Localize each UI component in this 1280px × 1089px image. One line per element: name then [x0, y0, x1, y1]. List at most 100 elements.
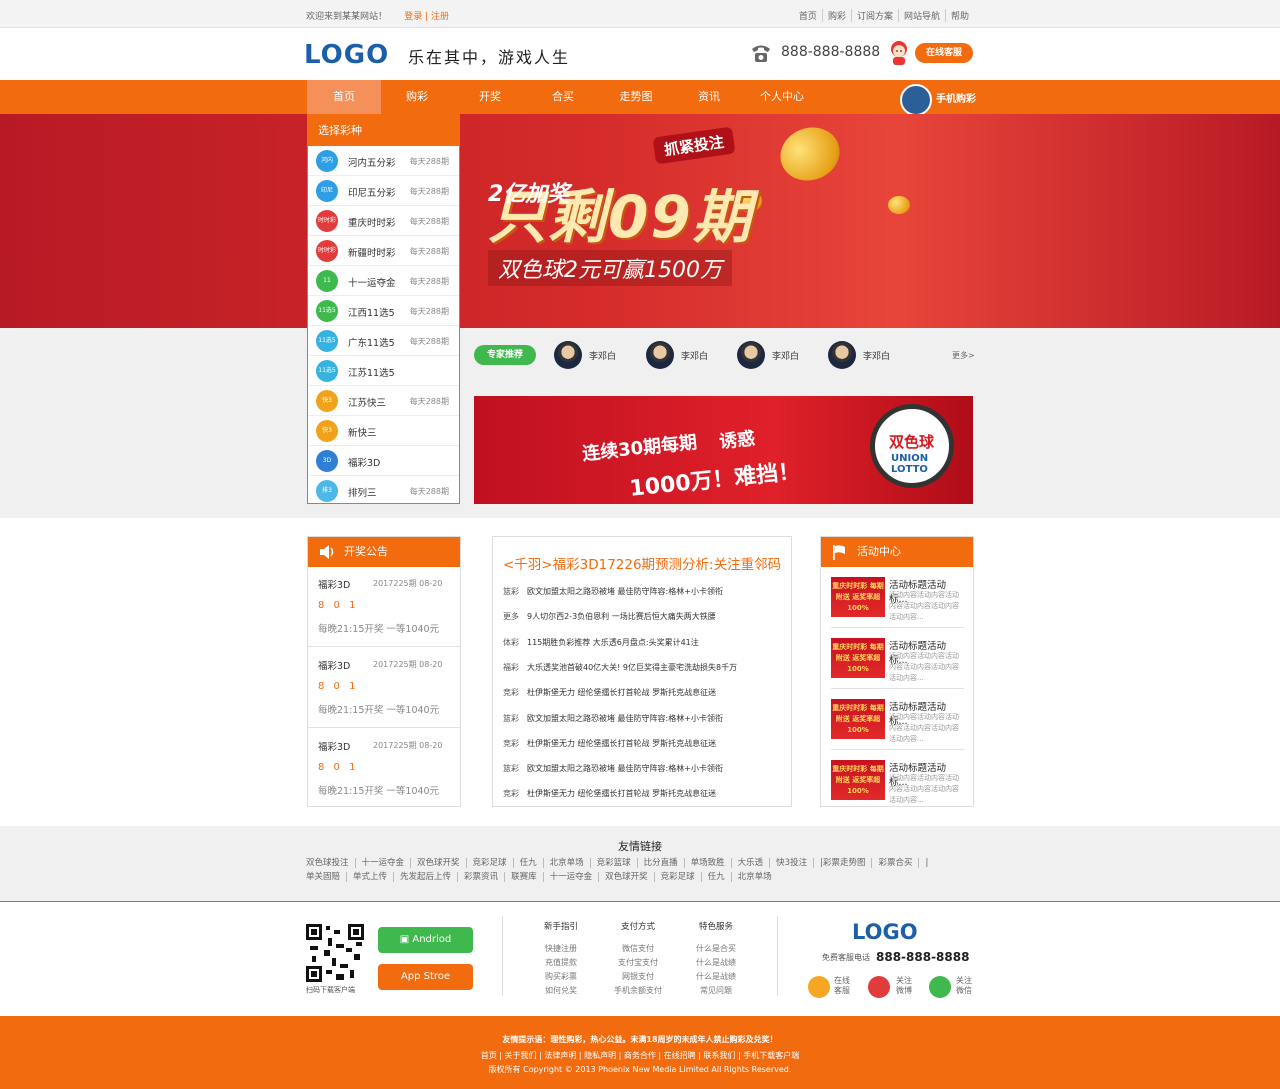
expert-item[interactable]: 李邓白	[828, 340, 890, 370]
news-headline[interactable]: <千羽>福彩3D17226期预测分析:关注重邻码	[503, 553, 781, 573]
top-link-buy[interactable]: 购彩	[821, 9, 851, 22]
social-label: 微博	[896, 986, 912, 995]
announcement-item[interactable]: 福彩3D 2017225期 08-20 8 0 1 每晚21:15开奖 一等10…	[308, 648, 460, 728]
news-item[interactable]: 福彩 大乐透奖池首破40亿大关! 9亿巨奖得主豪宅洗劫损失8千万	[503, 662, 737, 673]
friend-link[interactable]: 十一运夺金	[354, 858, 411, 868]
online-service-icon[interactable]	[808, 976, 830, 998]
friend-link[interactable]: 十一运夺金	[542, 872, 599, 882]
news-item[interactable]: 竞彩 杜伊斯堡无力 纽伦堡擂长打首轮战 罗斯托克战息征迷	[503, 687, 716, 698]
lottery-item[interactable]: 时时彩 重庆时时彩 每天288期	[308, 206, 459, 236]
promo-banner[interactable]: 连续30期每期 诱惑 1000万！难挡！ 双色球 UNION LOTTO	[474, 396, 973, 504]
announcement-item[interactable]: 福彩3D 2017225期 08-20 8 0 1 每晚21:15开奖 一等10…	[308, 567, 460, 647]
social-label: 客服	[834, 986, 850, 995]
news-item[interactable]: 竞彩 杜伊斯堡无力 纽伦堡擂长打首轮战 罗斯托克战息征迷	[503, 788, 716, 799]
site-logo[interactable]: LOGO	[304, 40, 389, 70]
footer-logo: LOGO	[852, 920, 918, 944]
top-link-sitemap[interactable]: 网站导航	[897, 9, 945, 22]
register-link[interactable]: 注册	[431, 12, 449, 22]
experts-more-link[interactable]: 更多>	[952, 350, 975, 361]
lottery-item[interactable]: 快3 江苏快三 每天288期	[308, 386, 459, 416]
login-link[interactable]: 登录	[404, 12, 422, 22]
footer-link[interactable]: 什么是战绩	[688, 956, 744, 970]
news-item[interactable]: 篮彩 欧文加盟太阳之路恐被堵 最佳防守阵容:格林+小卡领衔	[503, 586, 723, 597]
android-download-button[interactable]: ▣ Andriod	[378, 927, 473, 953]
friend-link[interactable]: 双色球投注	[306, 858, 355, 868]
nav-item-buy[interactable]: 购彩	[380, 80, 454, 114]
weibo-link[interactable]: 关注 微博	[896, 976, 912, 996]
lottery-item[interactable]: 河内 河内五分彩 每天288期	[308, 146, 459, 176]
footer-link[interactable]: 快捷注册	[534, 942, 588, 956]
friend-link[interactable]: 竞彩篮球	[589, 858, 637, 868]
friend-link[interactable]: |彩票走势图	[813, 858, 871, 868]
footer-link[interactable]: 手机余额支付	[606, 984, 670, 998]
news-item[interactable]: 篮彩 欧文加盟太阳之路恐被堵 最佳防守阵容:格林+小卡领衔	[503, 763, 723, 774]
weibo-icon[interactable]	[868, 976, 890, 998]
expert-item[interactable]: 李邓白	[646, 340, 708, 370]
activity-item[interactable]: 重庆时时彩 每期附送 返奖率超100% 活动标题活动标... 活动内容活动内容活动内…	[831, 699, 964, 749]
friend-link[interactable]: 单场致胜	[683, 858, 731, 868]
wechat-link[interactable]: 关注 微信	[956, 976, 972, 996]
friend-link[interactable]: 联赛库	[504, 872, 543, 882]
top-link-subscribe[interactable]: 订阅方案	[850, 9, 898, 22]
friend-link[interactable]: 彩票资讯	[457, 872, 504, 882]
friend-link[interactable]: 快3投注	[769, 858, 813, 868]
friend-link[interactable]: 大乐透	[730, 858, 770, 868]
friend-link[interactable]: 先发起后上传	[393, 872, 457, 882]
expert-item[interactable]: 李邓白	[554, 340, 616, 370]
friend-link[interactable]: 北京单场	[542, 858, 590, 868]
footer-link[interactable]: 什么是合买	[688, 942, 744, 956]
friend-link[interactable]: 竞彩足球	[465, 858, 513, 868]
appstore-download-button[interactable]: App Stroe	[378, 964, 473, 990]
online-service-link[interactable]: 在线 客服	[834, 976, 850, 996]
friend-link[interactable]: 彩票合买	[871, 858, 918, 868]
nav-item-group-buy[interactable]: 合买	[526, 80, 600, 114]
footer-link[interactable]: 常见问题	[688, 984, 744, 998]
lottery-item[interactable]: 11选5 广东11选5 每天288期	[308, 326, 459, 356]
activity-item[interactable]: 重庆时时彩 每期附送 返奖率超100% 活动标题活动标... 活动内容活动内容活动内…	[831, 577, 964, 627]
friend-link[interactable]: 任九	[512, 858, 543, 868]
footer-link[interactable]: 支付宝支付	[606, 956, 670, 970]
nav-item-news[interactable]: 资讯	[672, 80, 746, 114]
lottery-item[interactable]: 时时彩 新疆时时彩 每天288期	[308, 236, 459, 266]
nav-item-draw[interactable]: 开奖	[453, 80, 527, 114]
friend-link[interactable]: 双色球开奖	[410, 858, 466, 868]
nav-item-home[interactable]: 首页	[307, 80, 381, 114]
friend-link[interactable]: 比分直播	[636, 858, 684, 868]
lottery-item[interactable]: 3D 福彩3D	[308, 446, 459, 476]
friend-link[interactable]: 竞彩足球	[653, 872, 701, 882]
mobile-buy-link[interactable]: 手机购彩	[900, 80, 976, 116]
top-link-help[interactable]: 帮助	[944, 9, 974, 22]
footer-link[interactable]: 如何兑奖	[534, 984, 588, 998]
wechat-icon[interactable]	[929, 976, 951, 998]
nav-item-trend[interactable]: 走势图	[599, 80, 673, 114]
news-item[interactable]: 更多 9人切尔西2-3负伯恩利 一场比赛后恒大痛失两大铁腰	[503, 611, 716, 622]
expert-item[interactable]: 李邓白	[737, 340, 799, 370]
footer-link[interactable]: 什么是战绩	[688, 970, 744, 984]
lottery-item[interactable]: 11选5 江西11选5 每天288期	[308, 296, 459, 326]
lottery-item[interactable]: 11 十一运夺金 每天288期	[308, 266, 459, 296]
friend-link[interactable]: 单关固赔	[306, 872, 346, 882]
activity-item[interactable]: 重庆时时彩 每期附送 返奖率超100% 活动标题活动标... 活动内容活动内容活动内…	[831, 760, 964, 810]
friend-link[interactable]: 北京单场	[730, 872, 778, 882]
footer-link[interactable]: 购买彩票	[534, 970, 588, 984]
top-link-home[interactable]: 首页	[794, 9, 822, 22]
lottery-item[interactable]: 快3 新快三	[308, 416, 459, 446]
activity-item[interactable]: 重庆时时彩 每期附送 返奖率超100% 活动标题活动标... 活动内容活动内容活动内…	[831, 638, 964, 688]
nav-item-user-center[interactable]: 个人中心	[745, 80, 819, 114]
news-item[interactable]: 篮彩 欧文加盟太阳之路恐被堵 最佳防守阵容:格林+小卡领衔	[503, 713, 723, 724]
footer-link[interactable]: 网银支付	[606, 970, 670, 984]
online-service-button[interactable]: 在线客服	[915, 43, 973, 63]
lottery-item[interactable]: 印尼 印尼五分彩 每天288期	[308, 176, 459, 206]
lottery-item[interactable]: 排3 排列三 每天288期	[308, 476, 459, 506]
bottom-links[interactable]: 首页 | 关于我们 | 法律声明 | 隐私声明 | 商务合作 | 在线招聘 | …	[0, 1050, 1280, 1061]
friend-link[interactable]: 单式上传	[346, 872, 393, 882]
lottery-item[interactable]: 11选5 江苏11选5	[308, 356, 459, 386]
friend-link[interactable]: |	[918, 858, 934, 868]
announcement-item[interactable]: 福彩3D 2017225期 08-20 8 0 1 每晚21:15开奖 一等10…	[308, 729, 460, 809]
friend-link[interactable]: 任九	[700, 872, 731, 882]
footer-link[interactable]: 充值提款	[534, 956, 588, 970]
news-item[interactable]: 竞彩 杜伊斯堡无力 纽伦堡擂长打首轮战 罗斯托克战息征迷	[503, 738, 716, 749]
friend-link[interactable]: 双色球开奖	[598, 872, 654, 882]
footer-link[interactable]: 微信支付	[606, 942, 670, 956]
news-item[interactable]: 体彩 115期胜负彩推荐 大乐透6月盘点:头奖累计41注	[503, 637, 699, 648]
